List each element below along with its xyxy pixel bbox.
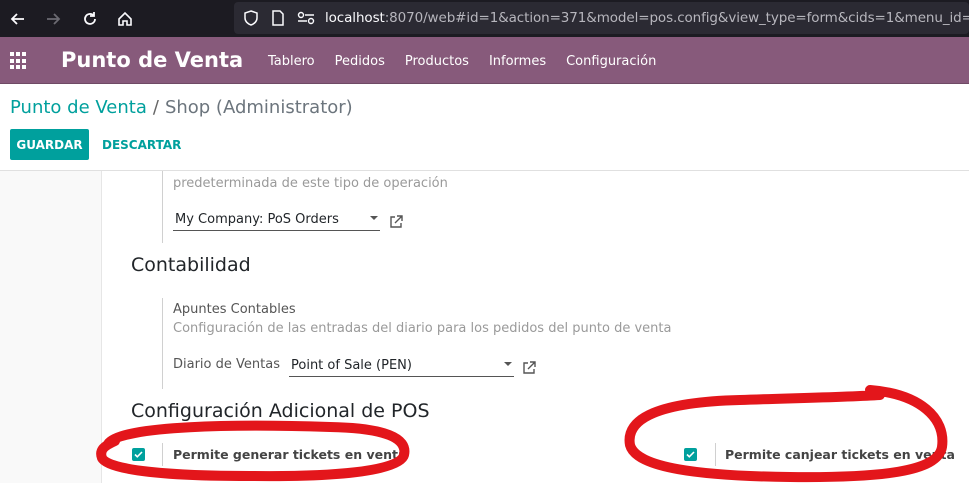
breadcrumb-separator: / xyxy=(152,97,159,118)
browser-toolbar: localhost:8070/web#id=1&action=371&model… xyxy=(0,0,969,37)
app-navbar: Punto de Venta Tablero Pedidos Productos… xyxy=(0,37,969,84)
extra-config-section-title: Configuración Adicional de POS xyxy=(131,400,430,422)
operation-type-select[interactable]: My Company: PoS Orders xyxy=(173,209,380,231)
page-icon[interactable] xyxy=(271,10,285,31)
breadcrumb-parent-link[interactable]: Punto de Venta xyxy=(10,97,147,118)
menu-item-configuracion[interactable]: Configuración xyxy=(566,54,656,69)
menu-item-pedidos[interactable]: Pedidos xyxy=(335,54,385,69)
discard-button[interactable]: DESCARTAR xyxy=(102,138,181,152)
external-link-icon[interactable] xyxy=(522,361,536,375)
address-bar[interactable]: localhost:8070/web#id=1&action=371&model… xyxy=(234,2,969,34)
apps-grid-icon[interactable] xyxy=(10,52,28,70)
external-link-icon[interactable] xyxy=(389,215,403,229)
sales-journal-select[interactable]: Point of Sale (PEN) xyxy=(289,355,514,377)
save-button[interactable]: GUARDAR xyxy=(10,129,89,160)
menu-item-productos[interactable]: Productos xyxy=(405,54,469,69)
shield-icon[interactable] xyxy=(243,10,259,31)
menu-item-informes[interactable]: Informes xyxy=(489,54,546,69)
operation-type-help: predeterminada de este tipo de operación xyxy=(173,176,448,191)
menu-item-tablero[interactable]: Tablero xyxy=(268,54,315,69)
reload-icon[interactable] xyxy=(78,7,102,31)
group-divider xyxy=(162,298,163,389)
sales-journal-value: Point of Sale (PEN) xyxy=(291,358,412,373)
sales-journal-label: Diario de Ventas xyxy=(173,357,280,372)
breadcrumb: Punto de Venta / Shop (Administrator) xyxy=(10,97,353,118)
generate-tickets-checkbox[interactable] xyxy=(132,448,145,461)
group-divider xyxy=(715,443,716,466)
accounting-section-title: Contabilidad xyxy=(131,254,251,276)
home-icon[interactable] xyxy=(113,7,137,31)
permissions-icon[interactable] xyxy=(297,11,315,30)
chevron-down-icon xyxy=(504,362,512,366)
redeem-tickets-checkbox[interactable] xyxy=(684,448,697,461)
app-title[interactable]: Punto de Venta xyxy=(61,48,243,72)
journal-entries-label: Apuntes Contables xyxy=(173,302,296,317)
generate-tickets-label[interactable]: Permite generar tickets en venta xyxy=(173,447,406,462)
url-text: localhost:8070/web#id=1&action=371&model… xyxy=(325,10,969,26)
breadcrumb-current: Shop (Administrator) xyxy=(164,97,353,118)
group-divider xyxy=(162,171,163,243)
journal-entries-help: Configuración de las entradas del diario… xyxy=(173,321,672,336)
control-panel: Punto de Venta / Shop (Administrator) GUAR… xyxy=(0,84,969,171)
main-menu: Tablero Pedidos Productos Informes Confi… xyxy=(268,54,676,69)
chevron-down-icon xyxy=(370,216,378,220)
redeem-tickets-label[interactable]: Permite canjear tickets en venta xyxy=(725,447,955,462)
group-divider xyxy=(162,443,163,466)
back-icon[interactable] xyxy=(6,7,30,31)
operation-type-value: My Company: PoS Orders xyxy=(175,212,339,227)
forward-icon[interactable] xyxy=(41,7,65,31)
